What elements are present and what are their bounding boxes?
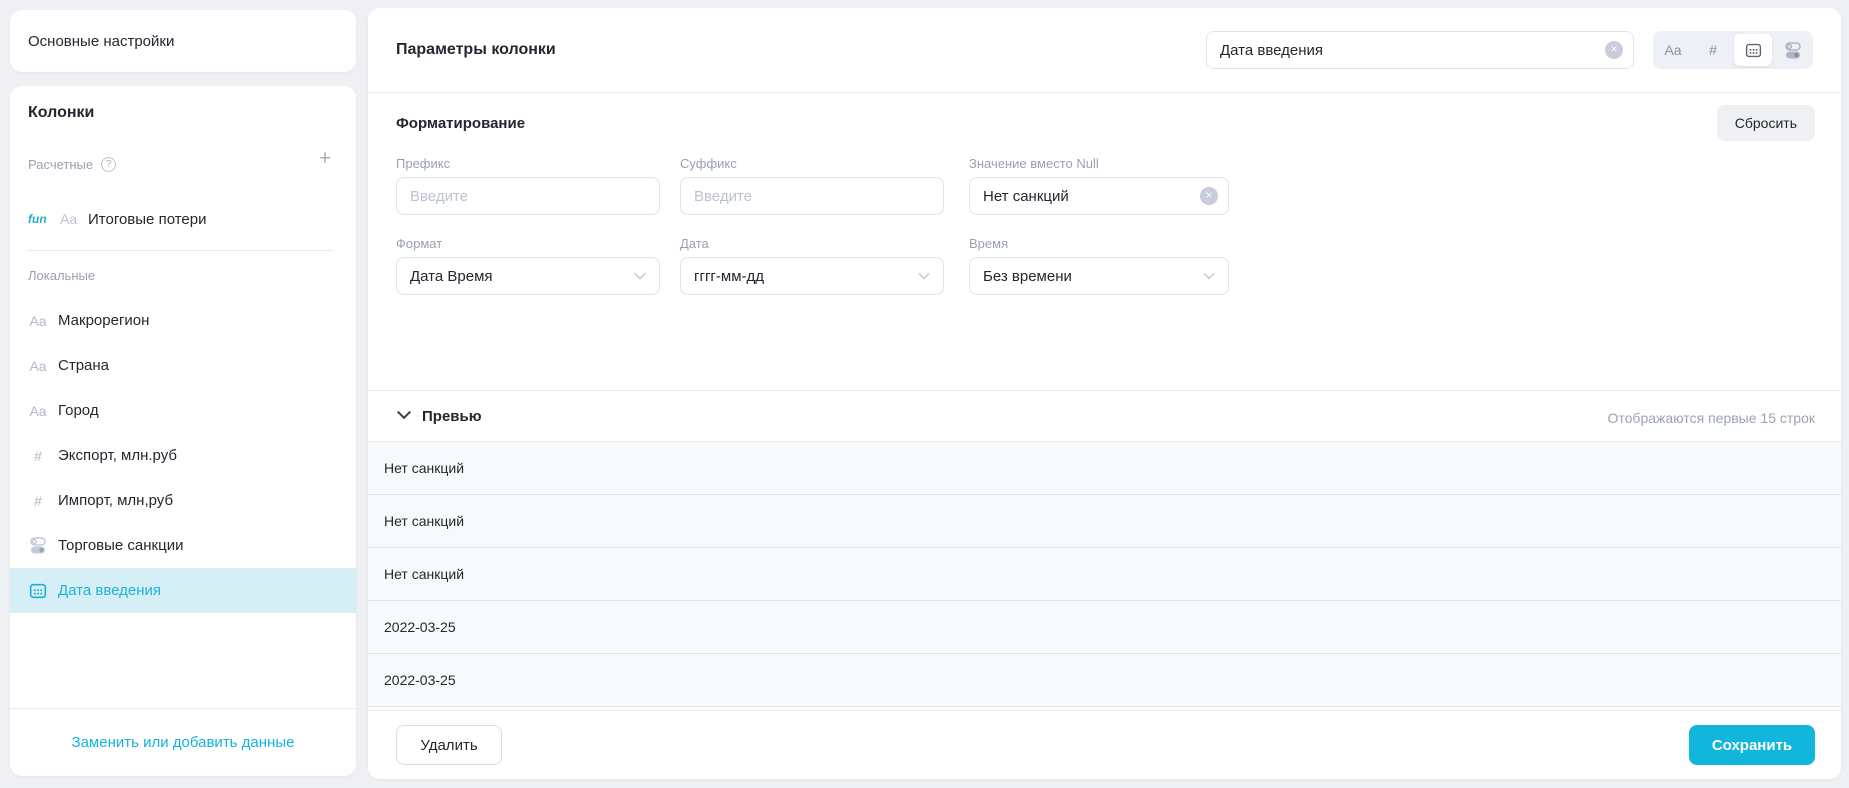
date-format-label: Дата [680, 236, 944, 251]
text-type-icon: Aa [60, 211, 77, 227]
column-item-label: Импорт, млн,руб [58, 492, 173, 509]
column-name-field-wrap: × [1206, 31, 1634, 69]
preview-section-header: Превью Отображаются первые 15 строк [368, 390, 1841, 442]
preview-cell: 2022-03-25 [384, 619, 456, 635]
question-circle-icon[interactable]: ? [101, 157, 116, 172]
date-format-field: Дата гггг-мм-дд [680, 236, 944, 295]
columns-panel-title: Колонки [28, 104, 94, 122]
prefix-field: Префикс [396, 156, 660, 215]
preview-cell: Нет санкций [384, 566, 464, 582]
page-title: Параметры колонки [396, 41, 556, 59]
preview-row: Нет санкций [368, 442, 1841, 495]
null-value-field: Значение вместо Null × [969, 156, 1229, 215]
column-item-label: Макрорегион [58, 312, 149, 329]
local-section-label: Локальные [28, 268, 95, 283]
format-label: Формат [396, 236, 660, 251]
type-boolean-button[interactable] [1774, 34, 1812, 66]
chevron-down-icon [1203, 273, 1215, 280]
preview-cell: 2022-03-25 [384, 672, 456, 688]
column-parameters-panel: Параметры колонки × Aa # [368, 8, 1841, 779]
delete-button[interactable]: Удалить [396, 725, 502, 765]
time-format-field: Время Без времени [969, 236, 1229, 295]
sidebar-item-gorod[interactable]: Aa Город [10, 388, 356, 433]
null-value-label: Значение вместо Null [969, 156, 1229, 171]
boolean-type-icon [28, 537, 48, 554]
column-item-label: Дата введения [58, 582, 161, 599]
preview-rows-note: Отображаются первые 15 строк [1608, 410, 1816, 426]
sidebar-item-makroregion[interactable]: Aa Макрорегион [10, 298, 356, 343]
format-value: Дата Время [410, 268, 493, 285]
formatting-section-title: Форматирование [396, 115, 525, 132]
preview-title: Превью [422, 408, 482, 425]
main-settings-label: Основные настройки [28, 33, 174, 50]
clear-icon[interactable]: × [1200, 187, 1218, 205]
column-item-label: Торговые санкции [58, 537, 183, 554]
column-name-input[interactable] [1206, 31, 1634, 69]
boolean-type-icon [1785, 42, 1802, 59]
formula-icon: fun [28, 212, 47, 226]
save-button[interactable]: Сохранить [1689, 725, 1815, 765]
column-item-label: Город [58, 402, 99, 419]
columns-panel: Колонки Расчетные ? + fun Aa Итоговые по… [10, 86, 356, 776]
sidebar-divider [26, 250, 334, 251]
time-format-label: Время [969, 236, 1229, 251]
text-type-icon: Aa [28, 403, 48, 419]
preview-row: Нет санкций [368, 548, 1841, 601]
type-text-button[interactable]: Aa [1654, 34, 1692, 66]
preview-row: 2022-03-25 [368, 601, 1841, 654]
reset-button[interactable]: Сбросить [1717, 105, 1815, 141]
preview-cell: Нет санкций [384, 513, 464, 529]
sidebar-item-strana[interactable]: Aa Страна [10, 343, 356, 388]
time-format-value: Без времени [983, 268, 1072, 285]
panel-footer: Удалить Сохранить [368, 710, 1841, 779]
sidebar-footer: Заменить или добавить данные [10, 708, 356, 776]
main-settings-card[interactable]: Основные настройки [10, 10, 356, 72]
prefix-input[interactable] [396, 177, 660, 215]
sidebar-item-eksport[interactable]: # Экспорт, млн.руб [10, 433, 356, 478]
preview-row: 2022-03-25 [368, 654, 1841, 707]
number-type-icon: # [28, 448, 48, 464]
sidebar-item-data-vvedeniya[interactable]: Дата введения [10, 568, 356, 613]
date-format-select[interactable]: гггг-мм-дд [680, 257, 944, 295]
add-calculated-column-icon[interactable]: + [314, 148, 336, 170]
preview-row: Нет санкций [368, 495, 1841, 548]
text-type-icon: Aa [28, 313, 48, 329]
text-type-icon: Aa [28, 358, 48, 374]
calendar-icon [1745, 42, 1762, 59]
column-item-label: Страна [58, 357, 109, 374]
column-type-switcher: Aa # [1653, 31, 1813, 69]
chevron-down-icon[interactable] [396, 407, 412, 423]
suffix-label: Суффикс [680, 156, 944, 171]
preview-cell: Нет санкций [384, 460, 464, 476]
sidebar-item-itogovye-poteri[interactable]: fun Aa Итоговые потери [10, 202, 356, 242]
chevron-down-icon [634, 273, 646, 280]
column-item-label: Итоговые потери [88, 211, 206, 228]
preview-rows: Нет санкций Нет санкций Нет санкций 2022… [368, 442, 1841, 707]
type-number-button[interactable]: # [1694, 34, 1732, 66]
column-item-label: Экспорт, млн.руб [58, 447, 177, 464]
suffix-field: Суффикс [680, 156, 944, 215]
number-type-icon: # [28, 493, 48, 509]
local-columns-list: Aa Макрорегион Aa Страна Aa Город # Эксп… [10, 298, 356, 613]
null-value-input[interactable] [969, 177, 1229, 215]
chevron-down-icon [918, 273, 930, 280]
sidebar-item-import[interactable]: # Импорт, млн,руб [10, 478, 356, 523]
type-date-button[interactable] [1734, 34, 1772, 66]
format-select[interactable]: Дата Время [396, 257, 660, 295]
suffix-input[interactable] [680, 177, 944, 215]
calculated-section-header: Расчетные ? [28, 157, 116, 172]
calculated-section-label: Расчетные [28, 157, 93, 172]
prefix-label: Префикс [396, 156, 660, 171]
replace-or-add-data-link[interactable]: Заменить или добавить данные [72, 734, 295, 751]
calendar-icon [28, 582, 48, 600]
sidebar-item-torgovye-sankcii[interactable]: Торговые санкции [10, 523, 356, 568]
format-field: Формат Дата Время [396, 236, 660, 295]
panel-header: Параметры колонки × Aa # [368, 8, 1841, 93]
clear-icon[interactable]: × [1605, 41, 1623, 59]
date-format-value: гггг-мм-дд [694, 268, 764, 285]
time-format-select[interactable]: Без времени [969, 257, 1229, 295]
